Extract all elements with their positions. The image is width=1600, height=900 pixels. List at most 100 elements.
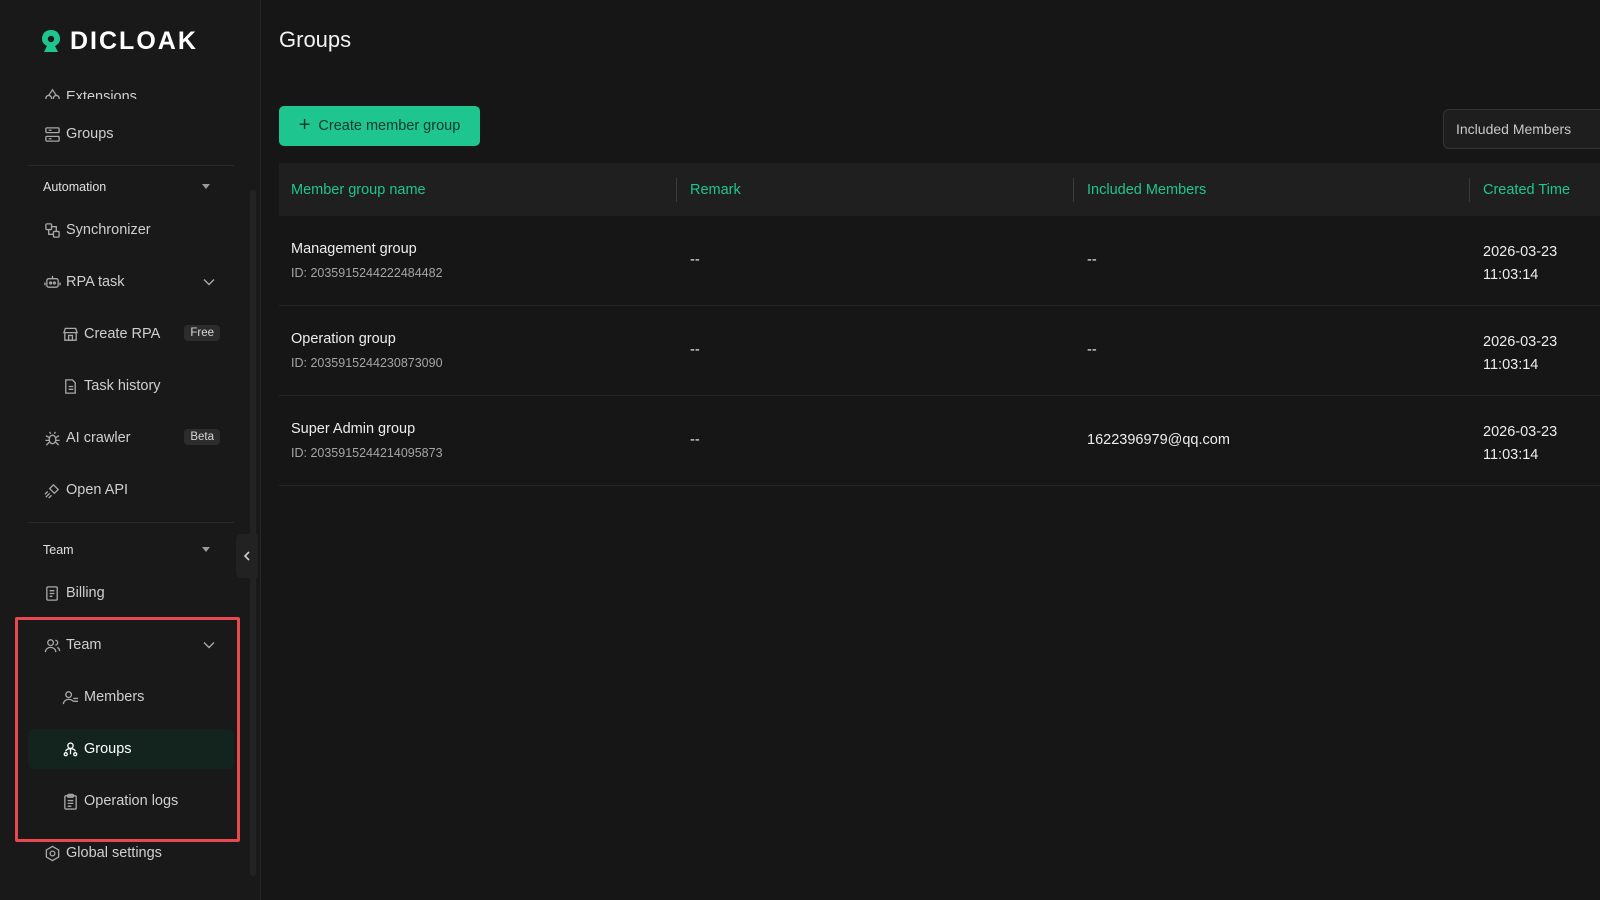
section-header-automation[interactable]: Automation	[28, 175, 234, 199]
spider-icon	[43, 429, 61, 447]
sidebar-item-extensions[interactable]: Extensions	[28, 63, 234, 99]
sidebar-item-ai-crawler[interactable]: AI crawler Beta	[28, 418, 234, 458]
created-time: 2026-03-23 11:03:14	[1483, 331, 1557, 377]
app-window: DICLOAK Extensions Groups Automation Syn…	[0, 0, 1600, 900]
sidebar-item-task-history[interactable]: Task history	[28, 366, 234, 406]
created-time: 2026-03-23 11:03:14	[1483, 421, 1557, 467]
created-clock: 11:03:14	[1483, 267, 1539, 283]
synchronizer-icon	[43, 221, 61, 239]
sidebar-item-create-rpa[interactable]: Create RPA Free	[28, 314, 234, 354]
main-content: Groups + Create member group Included Me…	[262, 0, 1600, 900]
sidebar-item-label: Members	[84, 689, 145, 705]
extensions-icon	[43, 85, 61, 99]
chevron-left-icon	[243, 551, 250, 561]
member-groups-table: Member group name Remark Included Member…	[279, 163, 1600, 486]
sidebar-item-synchronizer[interactable]: Synchronizer	[28, 210, 234, 250]
team-icon	[43, 636, 61, 654]
sidebar-item-label: Operation logs	[84, 793, 179, 809]
sidebar-item-label: AI crawler	[66, 430, 131, 446]
column-divider	[1073, 178, 1074, 202]
sidebar-item-groups-top[interactable]: Groups	[28, 114, 234, 154]
sidebar-divider	[28, 522, 234, 523]
clipboard-icon	[61, 792, 79, 810]
group-id: ID: 2035915244214095873	[291, 446, 443, 460]
column-divider	[676, 178, 677, 202]
beta-badge: Beta	[184, 429, 220, 445]
created-clock: 11:03:14	[1483, 447, 1539, 463]
sidebar-item-label: Groups	[66, 126, 114, 142]
members-icon	[61, 688, 79, 706]
sidebar-item-members[interactable]: Members	[28, 677, 234, 717]
sidebar-item-operation-logs[interactable]: Operation logs	[28, 781, 234, 821]
sidebar-item-groups[interactable]: Groups	[28, 729, 234, 769]
column-header-name[interactable]: Member group name	[291, 163, 426, 216]
sidebar-item-label: Billing	[66, 585, 105, 601]
sidebar-item-label: Open API	[66, 482, 129, 498]
created-date: 2026-03-23	[1483, 244, 1558, 260]
group-name: Management group	[291, 241, 417, 257]
column-divider	[1469, 178, 1470, 202]
free-badge: Free	[184, 325, 220, 341]
group-members: 1622396979@qq.com	[1087, 432, 1230, 448]
created-date: 2026-03-23	[1483, 424, 1558, 440]
brand-logo[interactable]: DICLOAK	[38, 26, 198, 56]
settings-icon	[43, 844, 61, 862]
caret-down-icon	[202, 547, 210, 552]
sidebar-item-label: Create RPA	[84, 326, 161, 342]
sidebar-item-team[interactable]: Team	[28, 625, 234, 665]
chevron-down-icon	[203, 279, 215, 286]
sidebar-item-open-api[interactable]: Open API	[28, 470, 234, 510]
sidebar-item-label: Global settings	[66, 845, 162, 861]
group-id: ID: 2035915244230873090	[291, 356, 443, 370]
group-remark: --	[690, 252, 700, 268]
sidebar-item-global-settings[interactable]: Global settings	[28, 833, 234, 873]
group-remark: --	[690, 432, 700, 448]
sidebar-item-label: RPA task	[66, 274, 125, 290]
create-button-label: Create member group	[318, 118, 461, 134]
robot-icon	[43, 273, 61, 291]
sidebar-item-label: Synchronizer	[66, 222, 151, 238]
sidebar-divider	[28, 165, 234, 166]
store-icon	[61, 325, 79, 343]
group-members: --	[1087, 252, 1097, 268]
filter-selected-value: Included Members	[1456, 121, 1572, 137]
section-header-label: Team	[43, 543, 74, 557]
group-name: Operation group	[291, 331, 396, 347]
billing-icon	[43, 584, 61, 602]
table-row[interactable]: Operation group ID: 2035915244230873090 …	[279, 306, 1600, 396]
section-header-team[interactable]: Team	[28, 538, 234, 562]
table-row[interactable]: Super Admin group ID: 203591524421409587…	[279, 396, 1600, 486]
sidebar-item-label: Task history	[84, 378, 161, 394]
sidebar-item-label: Extensions	[66, 89, 137, 99]
group-members: --	[1087, 342, 1097, 358]
brand-name: DICLOAK	[70, 26, 198, 55]
logo-icon	[42, 30, 60, 52]
groups-people-icon	[61, 740, 79, 758]
sidebar-item-rpa-task[interactable]: RPA task	[28, 262, 234, 302]
created-date: 2026-03-23	[1483, 334, 1558, 350]
included-members-filter[interactable]: Included Members	[1443, 109, 1600, 149]
sidebar: DICLOAK Extensions Groups Automation Syn…	[0, 0, 261, 900]
sidebar-scrollbar[interactable]	[250, 190, 256, 876]
api-icon	[43, 481, 61, 499]
chevron-down-icon	[203, 642, 215, 649]
create-member-group-button[interactable]: + Create member group	[279, 106, 480, 146]
column-header-included-members[interactable]: Included Members	[1087, 163, 1206, 216]
created-clock: 11:03:14	[1483, 357, 1539, 373]
column-header-remark[interactable]: Remark	[690, 163, 741, 216]
table-row[interactable]: Management group ID: 2035915244222484482…	[279, 216, 1600, 306]
section-header-label: Automation	[43, 180, 107, 194]
document-icon	[61, 377, 79, 395]
sidebar-item-label: Groups	[84, 741, 132, 757]
collapse-sidebar-button[interactable]	[236, 534, 258, 578]
created-time: 2026-03-23 11:03:14	[1483, 241, 1557, 287]
caret-down-icon	[202, 184, 210, 189]
groups-icon	[43, 125, 61, 143]
sidebar-item-label: Team	[66, 637, 102, 653]
group-remark: --	[690, 342, 700, 358]
group-id: ID: 2035915244222484482	[291, 266, 443, 280]
group-name: Super Admin group	[291, 421, 416, 437]
column-header-created-time[interactable]: Created Time	[1483, 163, 1570, 216]
table-header: Member group name Remark Included Member…	[279, 163, 1600, 216]
sidebar-item-billing[interactable]: Billing	[28, 573, 234, 613]
